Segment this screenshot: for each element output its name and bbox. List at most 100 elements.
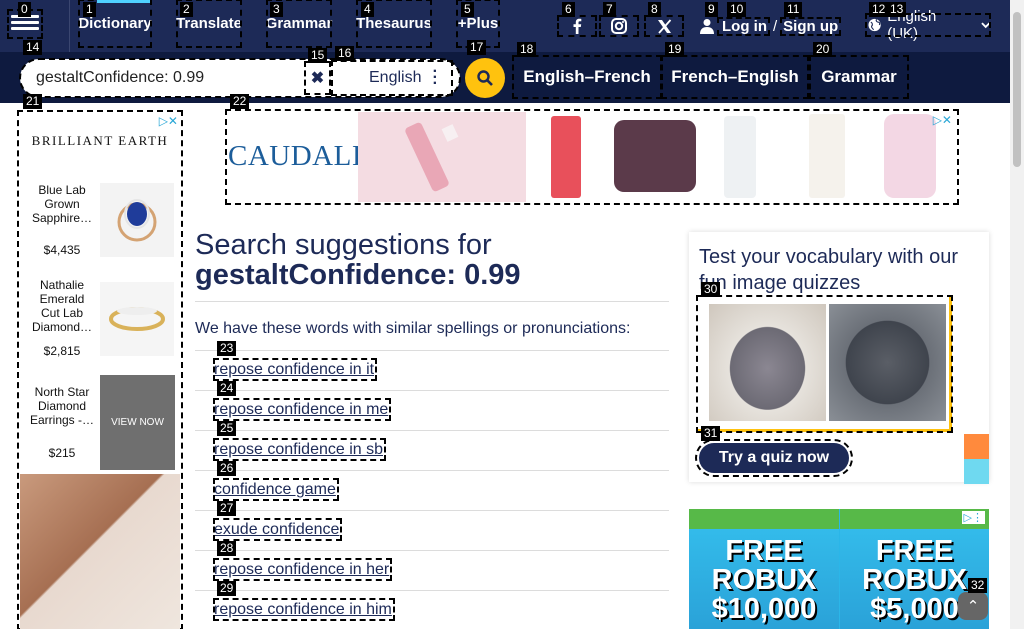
globe-icon [868, 18, 881, 32]
ad-panel-green-top [689, 509, 839, 529]
list-item: repose confidence in me [195, 390, 669, 430]
try-quiz-button[interactable]: Try a quiz now [695, 439, 853, 477]
more-options-icon: · · · [432, 63, 438, 92]
suggestion-link[interactable]: repose confidence in sb [213, 438, 386, 461]
marker-label: 12 [869, 2, 889, 17]
suggestion-link[interactable]: repose confidence in him [213, 598, 395, 621]
suggestion-link[interactable]: exude confidence [212, 518, 343, 541]
user-icon [700, 19, 714, 34]
quiz-promo-card: Test your vocabulary with our fun image … [689, 232, 989, 482]
marker-label: 19 [665, 42, 685, 57]
nav-dictionary-label: Dictionary [78, 15, 152, 32]
scrollbar-thumb[interactable] [1013, 12, 1021, 167]
marker-label: 1 [83, 2, 96, 17]
back-to-top-button[interactable]: ⌃ [958, 592, 988, 620]
marker-label: 30 [701, 282, 721, 297]
right-advertisement[interactable]: FREE ROBUX $10,000 FREE ROBUX $5,000 ▷⋮ [689, 509, 989, 629]
marker-label: 11 [784, 2, 803, 17]
marker-label: 14 [23, 40, 43, 55]
ad-product-2[interactable]: Nathalie Emerald Cut Lab Diamond… $2,815 [18, 276, 182, 366]
marker-label: 28 [217, 541, 237, 556]
view-now-button[interactable]: VIEW NOW [100, 375, 175, 470]
nav-divider [69, 0, 70, 52]
view-now-label: VIEW NOW [111, 417, 164, 428]
dict-link-french-english[interactable]: French–English [661, 55, 809, 99]
search-button[interactable] [465, 58, 505, 98]
arrow-up-icon: ⌃ [966, 598, 980, 615]
banner-product-image [551, 116, 581, 198]
nav-grammar-label: Grammar [265, 15, 333, 32]
clear-search-button[interactable]: ✖ [304, 61, 331, 95]
instagram-icon [611, 18, 627, 34]
dict-link-french-english-label: French–English [671, 67, 799, 86]
marker-label: 17 [467, 40, 487, 55]
quiz-title: Test your vocabulary with our fun image … [699, 246, 959, 294]
marker-label: 21 [23, 94, 43, 109]
marker-label: 31 [701, 426, 721, 441]
dict-link-grammar[interactable]: Grammar [809, 55, 909, 99]
page-title-term: gestaltConfidence: 0.99 [195, 259, 521, 291]
marker-label: 24 [217, 381, 237, 396]
marker-label: 2 [180, 2, 193, 17]
marker-label: 29 [217, 581, 237, 596]
marker-label: 26 [217, 461, 237, 476]
quiz-image-link[interactable] [696, 295, 953, 433]
list-item: confidence game [195, 470, 669, 510]
ad-panel: FREE ROBUX $10,000 [689, 509, 839, 629]
x-link[interactable] [644, 15, 684, 37]
ad-choices-icon: ▷⋮ [961, 511, 985, 524]
signup-link[interactable]: Sign up [780, 16, 842, 36]
marker-label: 5 [461, 2, 474, 17]
language-selector[interactable]: English (UK) [865, 8, 991, 42]
list-item: repose confidence in it [195, 350, 669, 390]
facebook-link[interactable] [557, 15, 597, 37]
marker-label: 0 [18, 2, 31, 17]
instagram-link[interactable] [599, 15, 639, 37]
ad-product-1[interactable]: Blue Lab Grown Sapphire… $4,435 [18, 181, 182, 263]
dictionary-selector[interactable]: English · · · [331, 60, 453, 96]
hippo-image [709, 304, 826, 421]
marker-label: 4 [361, 2, 374, 17]
feedback-tab[interactable] [964, 434, 989, 484]
suggestion-link[interactable]: confidence game [213, 478, 339, 501]
marker-label: 22 [230, 94, 250, 109]
dictionary-selector-label: English [369, 69, 422, 86]
feedback-tab-orange [964, 434, 989, 459]
list-item: repose confidence in sb [195, 430, 669, 470]
title-divider [195, 301, 669, 302]
marker-label: 25 [217, 421, 237, 436]
ad-product-name: Nathalie Emerald Cut Lab Diamond… [31, 278, 93, 334]
ad-choices-icon: ▷✕ [158, 114, 178, 128]
model-photo [20, 474, 180, 629]
ad-product-3[interactable]: North Star Diamond Earrings -… $215 VIEW… [18, 375, 182, 470]
marker-label: 8 [648, 2, 661, 17]
dict-link-english-french[interactable]: English–French [512, 55, 662, 99]
banner-product-image [884, 114, 936, 198]
ad-text-amount: $10,000 [711, 593, 817, 625]
suggestion-link[interactable]: repose confidence in her [212, 558, 393, 581]
ring-image [100, 282, 174, 356]
suggestion-link[interactable]: repose confidence in it [212, 358, 378, 381]
login-link[interactable]: Log in [717, 16, 770, 36]
marker-label: 18 [517, 42, 537, 57]
marker-label: 13 [887, 2, 907, 17]
ring-image [100, 183, 174, 257]
nav-plus-label: +Plus [457, 15, 499, 32]
page-scrollbar[interactable] [1010, 0, 1024, 629]
ad-product-price: $2,815 [43, 344, 81, 358]
x-icon [657, 18, 671, 34]
left-advertisement[interactable]: ▷✕ BRILLIANT EARTH Blue Lab Grown Sapphi… [17, 110, 183, 629]
feedback-tab-blue [964, 459, 989, 484]
ad-product-price: $4,435 [43, 243, 81, 257]
marker-label: 10 [727, 2, 747, 17]
ad-brand-logo: BRILLIANT EARTH [31, 133, 169, 148]
login-separator: / [773, 17, 778, 35]
chevron-down-icon [980, 22, 990, 29]
marker-label: 27 [217, 501, 237, 516]
suggestion-link[interactable]: repose confidence in me [212, 398, 392, 421]
dict-link-grammar-label: Grammar [821, 67, 897, 86]
search-icon [477, 70, 493, 86]
banner-product-image [809, 114, 845, 198]
ad-choices-icon: ▷✕ [932, 113, 952, 127]
top-banner-advertisement[interactable]: CAUDALIE ▷✕ [225, 109, 959, 205]
